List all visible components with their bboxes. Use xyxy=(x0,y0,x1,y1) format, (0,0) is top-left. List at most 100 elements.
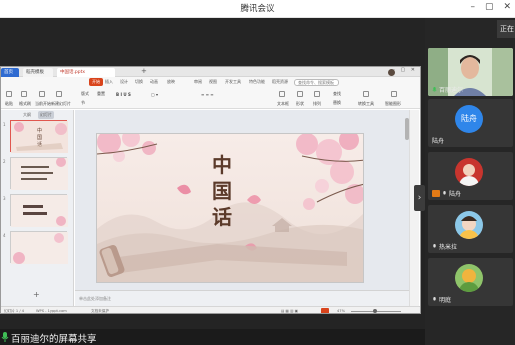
screen-share-owner-label: 百丽迪尔的屏幕共享 xyxy=(11,334,97,345)
minimize-button[interactable]: – xyxy=(470,2,475,12)
theme-name: WPS - 1yppt.com xyxy=(36,309,67,313)
slide-thumbnail-4[interactable] xyxy=(10,231,68,264)
menu-docer[interactable]: 稻壳资源 xyxy=(272,79,288,85)
arrange-label: 排列 xyxy=(313,101,321,106)
mic-muted-icon xyxy=(433,243,436,248)
zoom-slider-knob[interactable] xyxy=(373,309,377,313)
tab-document[interactable]: 中国话.pptx xyxy=(57,68,115,77)
command-search-input[interactable]: 查找命令、搜索模板 xyxy=(294,79,339,86)
menu-start[interactable]: 开始 xyxy=(89,78,103,86)
participant-tile-2[interactable]: 陆舟 陆舟 xyxy=(428,99,513,147)
wps-tab-bar: 首页 稻壳模板 中国话.pptx + – ▢ ✕ xyxy=(1,67,420,77)
wps-status-bar: 幻灯片 1 / 4 WPS - 1yppt.com 文档未保护 ▤ ▦ ▥ ▣ … xyxy=(1,306,420,313)
wps-presentation-window: 首页 稻壳模板 中国话.pptx + – ▢ ✕ 开始 插入 设计 切换 动画 … xyxy=(0,66,421,314)
participant-tile-4[interactable]: 热米拉 xyxy=(428,205,513,253)
textbox-label: 文本框 xyxy=(277,101,289,106)
slide-number: 4 xyxy=(3,233,6,238)
paste-label: 粘贴 xyxy=(5,101,13,106)
new-slide-label: 新建幻灯片 xyxy=(51,101,71,106)
menu-animation[interactable]: 动画 xyxy=(150,79,158,85)
close-button[interactable]: ✕ xyxy=(503,2,511,12)
participant-name: 明庭 xyxy=(439,297,452,304)
font-style-buttons[interactable]: B I U S xyxy=(116,92,131,97)
participant-name: 热米拉 xyxy=(439,244,458,251)
arrange-icon[interactable] xyxy=(314,91,320,97)
slide-number: 2 xyxy=(3,159,6,164)
textbox-icon[interactable] xyxy=(279,91,285,97)
outline-tab[interactable]: 大纲 xyxy=(23,112,31,118)
add-slide-icon[interactable]: + xyxy=(33,290,40,299)
slide-thumbnail-art xyxy=(11,232,68,264)
participant-label: 明庭 xyxy=(432,295,451,304)
slideshow-play-button[interactable] xyxy=(321,308,329,313)
replace-button[interactable]: 替换 xyxy=(333,100,341,106)
wps-ribbon: 粘贴 格式刷 当前开始 新建幻灯片 版式 节 重置 B I U S ▢ ▾ ≡ … xyxy=(1,88,420,109)
avatar xyxy=(455,211,483,239)
zoom-level[interactable]: 47% xyxy=(337,309,345,313)
current-slide[interactable]: 中国话 xyxy=(96,133,364,283)
participant-label: 热米拉 xyxy=(432,242,457,251)
window-title: 腾讯会议 xyxy=(240,4,275,14)
participant-label: 陆舟 xyxy=(432,189,461,198)
slide-thumbnail-art xyxy=(11,195,68,227)
participant-label: 百丽迪尔 xyxy=(432,85,463,94)
protection-status[interactable]: 文档未保护 xyxy=(91,309,109,313)
window-controls: – ▢ ✕ xyxy=(470,2,511,12)
tab-templates[interactable]: 稻壳模板 xyxy=(23,68,53,77)
slide-thumbnail-3[interactable] xyxy=(10,194,68,227)
notes-placeholder: 单击此处添加备注 xyxy=(79,296,111,301)
collapse-panel-chevron-icon[interactable]: › xyxy=(414,185,425,211)
screen-share-caption: 百丽迪尔的屏幕共享 xyxy=(0,329,425,345)
smart-art-label: 智能图形 xyxy=(385,101,401,106)
convert-tool-label: 转换工具 xyxy=(358,101,374,106)
font-family-select[interactable]: ▢ ▾ xyxy=(151,92,158,97)
menu-developer[interactable]: 开发工具 xyxy=(225,79,241,85)
svg-text:中: 中 xyxy=(37,127,42,134)
slide-count: 幻灯片 1 / 4 xyxy=(4,309,24,313)
menu-slideshow[interactable]: 放映 xyxy=(167,79,175,85)
notes-pane[interactable]: 单击此处添加备注 xyxy=(75,290,411,306)
convert-tool-icon[interactable] xyxy=(363,91,369,97)
mic-icon xyxy=(432,86,437,91)
title-bar: 腾讯会议 – ▢ ✕ xyxy=(0,0,515,18)
participant-panel: 正在 百丽迪尔 陆舟 陆舟 陆舟 热米拉 明庭 xyxy=(425,18,515,345)
tab-home[interactable]: 首页 xyxy=(1,68,19,77)
participant-tile-5[interactable]: 明庭 xyxy=(428,258,513,306)
mic-muted-icon xyxy=(433,296,436,301)
participant-tile-3[interactable]: 陆舟 xyxy=(428,152,513,200)
paragraph-tools[interactable]: ≡ ≡ ≡ xyxy=(201,92,214,97)
avatar xyxy=(455,264,483,292)
participant-name: 陆舟 xyxy=(432,138,445,145)
menu-review[interactable]: 审阅 xyxy=(194,79,202,85)
participant-tile-1[interactable]: 百丽迪尔 xyxy=(428,48,513,96)
smart-art-icon[interactable] xyxy=(391,91,397,97)
slide-thumbnail-1[interactable]: 中 国 话 xyxy=(10,120,68,153)
new-slide-icon[interactable] xyxy=(56,91,62,97)
find-button[interactable]: 查找 xyxy=(333,91,341,97)
section-button[interactable]: 节 xyxy=(81,100,85,106)
view-mode-icons[interactable]: ▤ ▦ ▥ ▣ xyxy=(281,309,298,313)
slides-tab[interactable]: 幻灯片 xyxy=(38,111,54,119)
wps-window-controls[interactable]: – ▢ ✕ xyxy=(392,67,417,73)
format-painter-icon[interactable] xyxy=(21,91,27,97)
slide-editor-canvas: 中国话 单击此处添加备注 xyxy=(75,110,411,306)
paste-icon[interactable] xyxy=(6,91,12,97)
slide-number: 3 xyxy=(3,196,6,201)
menu-features[interactable]: 特色功能 xyxy=(249,79,265,85)
meeting-app: 腾讯会议 – ▢ ✕ 首页 稻壳模板 中国话.pptx + – ▢ ✕ 开始 插… xyxy=(0,0,515,345)
play-from-current-icon[interactable] xyxy=(39,91,45,97)
menu-insert[interactable]: 插入 xyxy=(105,79,113,85)
menu-design[interactable]: 设计 xyxy=(120,79,128,85)
mic-icon xyxy=(1,332,9,342)
menu-transition[interactable]: 切换 xyxy=(135,79,143,85)
shape-icon[interactable] xyxy=(297,91,303,97)
shared-screen: 首页 稻壳模板 中国话.pptx + – ▢ ✕ 开始 插入 设计 切换 动画 … xyxy=(0,18,425,345)
menu-view[interactable]: 视图 xyxy=(209,79,217,85)
slide-title-text[interactable]: 中国话 xyxy=(207,152,239,230)
svg-text:国: 国 xyxy=(37,135,42,141)
maximize-button[interactable]: ▢ xyxy=(485,2,494,12)
new-tab-icon[interactable]: + xyxy=(141,67,147,75)
layout-button[interactable]: 版式 xyxy=(81,91,89,97)
reset-button[interactable]: 重置 xyxy=(97,91,105,97)
slide-thumbnail-2[interactable] xyxy=(10,157,68,190)
